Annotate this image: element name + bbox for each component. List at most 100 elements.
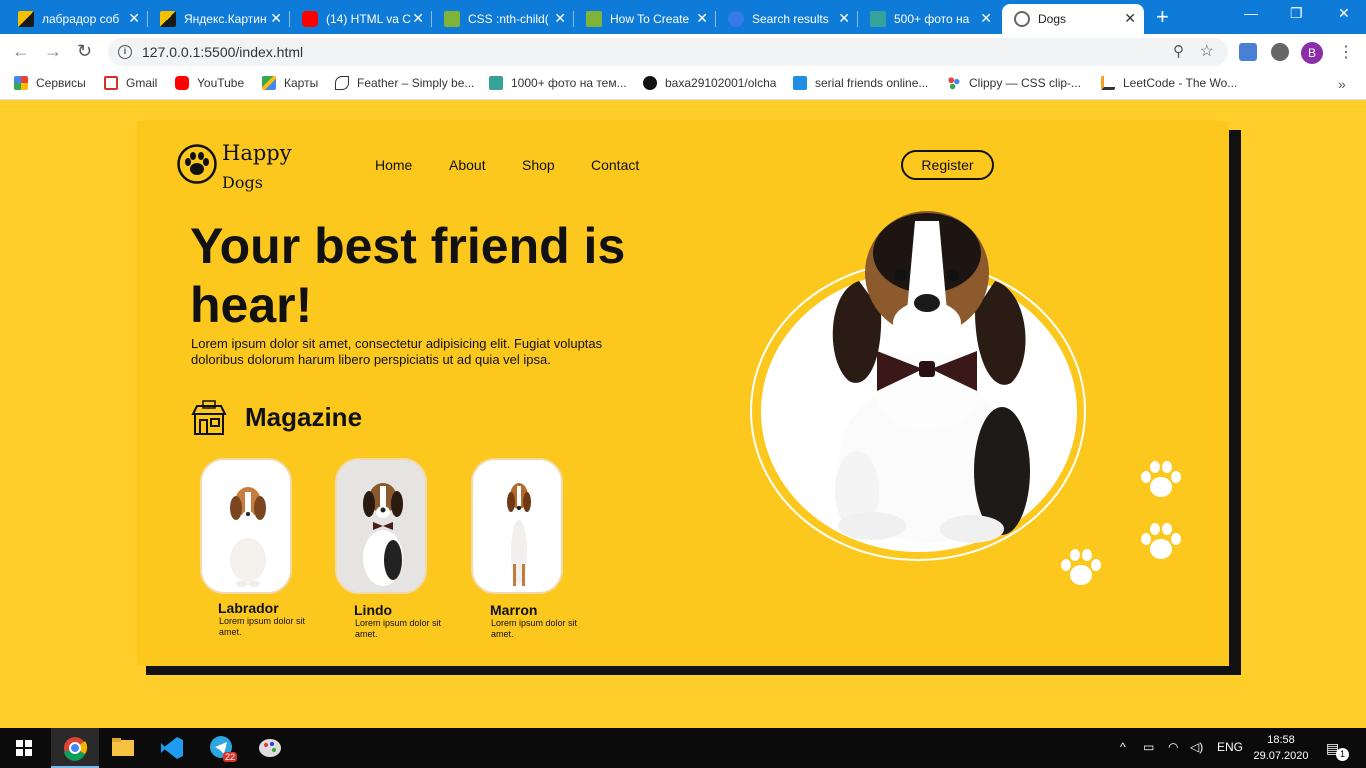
paint-icon[interactable] <box>246 728 294 768</box>
tab-title: 500+ фото на <box>894 12 970 26</box>
page-viewport: Happy Dogs Home About Shop Contact Regis… <box>0 101 1366 728</box>
wifi-icon[interactable]: ◠ <box>1168 740 1178 754</box>
bookmark-clippy[interactable]: Clippy — CSS clip-... <box>947 76 1081 90</box>
close-icon[interactable]: ✕ <box>1124 10 1136 27</box>
apps-icon <box>14 76 28 90</box>
tab-8-active[interactable]: Dogs ✕ <box>1002 4 1144 34</box>
dog-name-labrador[interactable]: Labrador <box>218 600 279 616</box>
youtube-icon <box>302 11 318 27</box>
close-icon[interactable]: ✕ <box>838 10 850 27</box>
extensions-puzzle-icon[interactable] <box>1271 43 1289 61</box>
address-toolbar: ← → ↻ i 127.0.0.1:5500/index.html ⚲ ☆ B … <box>0 34 1366 70</box>
profile-avatar[interactable]: B <box>1301 42 1323 64</box>
battery-icon[interactable]: ▭ <box>1143 740 1154 754</box>
tray-chevron-icon[interactable]: ^ <box>1120 740 1126 754</box>
tab-7[interactable]: 500+ фото на ✕ <box>858 4 1000 34</box>
image-icon <box>18 11 34 27</box>
file-explorer-icon[interactable] <box>99 728 147 768</box>
dog-name-lindo[interactable]: Lindo <box>354 602 392 618</box>
nav-contact[interactable]: Contact <box>591 157 639 173</box>
dog-card-marron[interactable] <box>471 458 563 594</box>
bookmarks-bar: Сервисы Gmail YouTube Карты Feather – Si… <box>0 70 1366 100</box>
window-close-icon[interactable]: ✕ <box>1338 5 1350 22</box>
bookmark-photos[interactable]: 1000+ фото на тем... <box>489 76 627 90</box>
chrome-icon <box>64 737 88 761</box>
bookmark-feather[interactable]: Feather – Simply be... <box>335 76 474 90</box>
nav-shop[interactable]: Shop <box>522 157 555 173</box>
bookmark-github[interactable]: baxa29102001/olcha <box>643 76 776 90</box>
tab-1[interactable]: лабрадор соб ✕ <box>6 4 148 34</box>
windows-start-icon[interactable] <box>0 728 48 768</box>
logo-text-happy[interactable]: Happy <box>222 141 292 165</box>
close-icon[interactable]: ✕ <box>554 10 566 27</box>
hero-card: Happy Dogs Home About Shop Contact Regis… <box>137 121 1229 666</box>
maps-icon <box>262 76 276 90</box>
language-indicator[interactable]: ENG <box>1217 740 1243 754</box>
image-icon <box>160 11 176 27</box>
nav-about[interactable]: About <box>449 157 486 173</box>
tab-6[interactable]: Search results ✕ <box>716 4 858 34</box>
close-icon[interactable]: ✕ <box>412 10 424 27</box>
bookmark-serial[interactable]: serial friends online... <box>793 76 928 90</box>
telegram-badge: 22 <box>223 752 238 762</box>
dog-card-labrador[interactable] <box>200 458 292 594</box>
paw-print-icon <box>1141 523 1181 559</box>
close-icon[interactable]: ✕ <box>980 10 992 27</box>
dog-name-marron[interactable]: Marron <box>490 602 537 618</box>
youtube-icon <box>175 76 189 90</box>
translate-extension-icon[interactable] <box>1239 43 1257 61</box>
bookmark-label: serial friends online... <box>815 76 929 90</box>
close-icon[interactable]: ✕ <box>128 10 140 27</box>
clock-time: 18:58 <box>1267 734 1295 746</box>
tab-title: Search results <box>752 12 829 26</box>
new-tab-button[interactable]: + <box>1156 6 1169 28</box>
codepen-icon <box>444 11 460 27</box>
site-info-icon[interactable]: i <box>118 45 132 59</box>
reload-icon[interactable]: ↻ <box>77 41 92 61</box>
tab-2[interactable]: Яндекс.Картин ✕ <box>148 4 290 34</box>
chrome-taskbar-icon[interactable] <box>51 728 99 768</box>
tab-3[interactable]: (14) HTML va C ✕ <box>290 4 432 34</box>
zoom-icon[interactable]: ⚲ <box>1173 42 1184 60</box>
url-text[interactable]: 127.0.0.1:5500/index.html <box>142 44 303 60</box>
maximize-icon[interactable]: ❐ <box>1290 5 1303 22</box>
bookmark-leetcode[interactable]: LeetCode - The Wo... <box>1101 76 1237 90</box>
tab-4[interactable]: CSS :nth-child( ✕ <box>432 4 574 34</box>
close-icon[interactable]: ✕ <box>270 10 282 27</box>
d-icon <box>870 11 886 27</box>
back-icon[interactable]: ← <box>12 41 30 61</box>
tab-title: CSS :nth-child( <box>468 12 549 26</box>
clock[interactable]: 18:58 29.07.2020 <box>1253 732 1309 764</box>
labrador-photo <box>202 460 290 592</box>
hero-title: Your best friend is hear! <box>190 218 626 333</box>
bookmark-label: Feather – Simply be... <box>357 76 475 90</box>
logo-text-dogs[interactable]: Dogs <box>222 173 263 192</box>
bookmark-maps[interactable]: Карты <box>262 76 318 90</box>
forward-icon[interactable]: → <box>44 41 62 61</box>
minimize-icon[interactable]: — <box>1244 5 1258 21</box>
bookmark-youtube[interactable]: YouTube <box>175 76 244 90</box>
dog-card-lindo[interactable] <box>335 458 427 594</box>
register-button[interactable]: Register <box>901 150 994 180</box>
github-icon <box>643 76 657 90</box>
bookmark-label: 1000+ фото на тем... <box>511 76 627 90</box>
nav-home[interactable]: Home <box>375 157 412 173</box>
paw-logo-icon[interactable] <box>177 144 217 184</box>
magazine-title: Magazine <box>245 402 363 432</box>
globe-icon <box>1014 11 1030 27</box>
tab-5[interactable]: How To Create ✕ <box>574 4 716 34</box>
vscode-icon[interactable] <box>147 728 195 768</box>
volume-icon[interactable]: ◁) <box>1190 740 1203 754</box>
clippy-icon <box>947 76 961 90</box>
windows-taskbar: 22 ^ ▭ ◠ ◁) ENG 18:58 29.07.2020 ▤ 1 <box>0 728 1366 768</box>
hero-description: Lorem ipsum dolor sit amet, consectetur … <box>191 336 603 367</box>
close-icon[interactable]: ✕ <box>696 10 708 27</box>
menu-dots-icon[interactable]: ⋮ <box>1338 42 1354 62</box>
bookmark-services[interactable]: Сервисы <box>14 76 86 90</box>
feather-icon <box>335 76 349 90</box>
bookmark-gmail[interactable]: Gmail <box>104 76 157 90</box>
bookmarks-overflow-icon[interactable]: » <box>1338 76 1346 92</box>
address-bar[interactable]: i 127.0.0.1:5500/index.html ⚲ ☆ <box>108 38 1228 66</box>
bookmark-star-icon[interactable]: ☆ <box>1200 41 1214 61</box>
telegram-taskbar-icon[interactable]: 22 <box>197 728 245 768</box>
